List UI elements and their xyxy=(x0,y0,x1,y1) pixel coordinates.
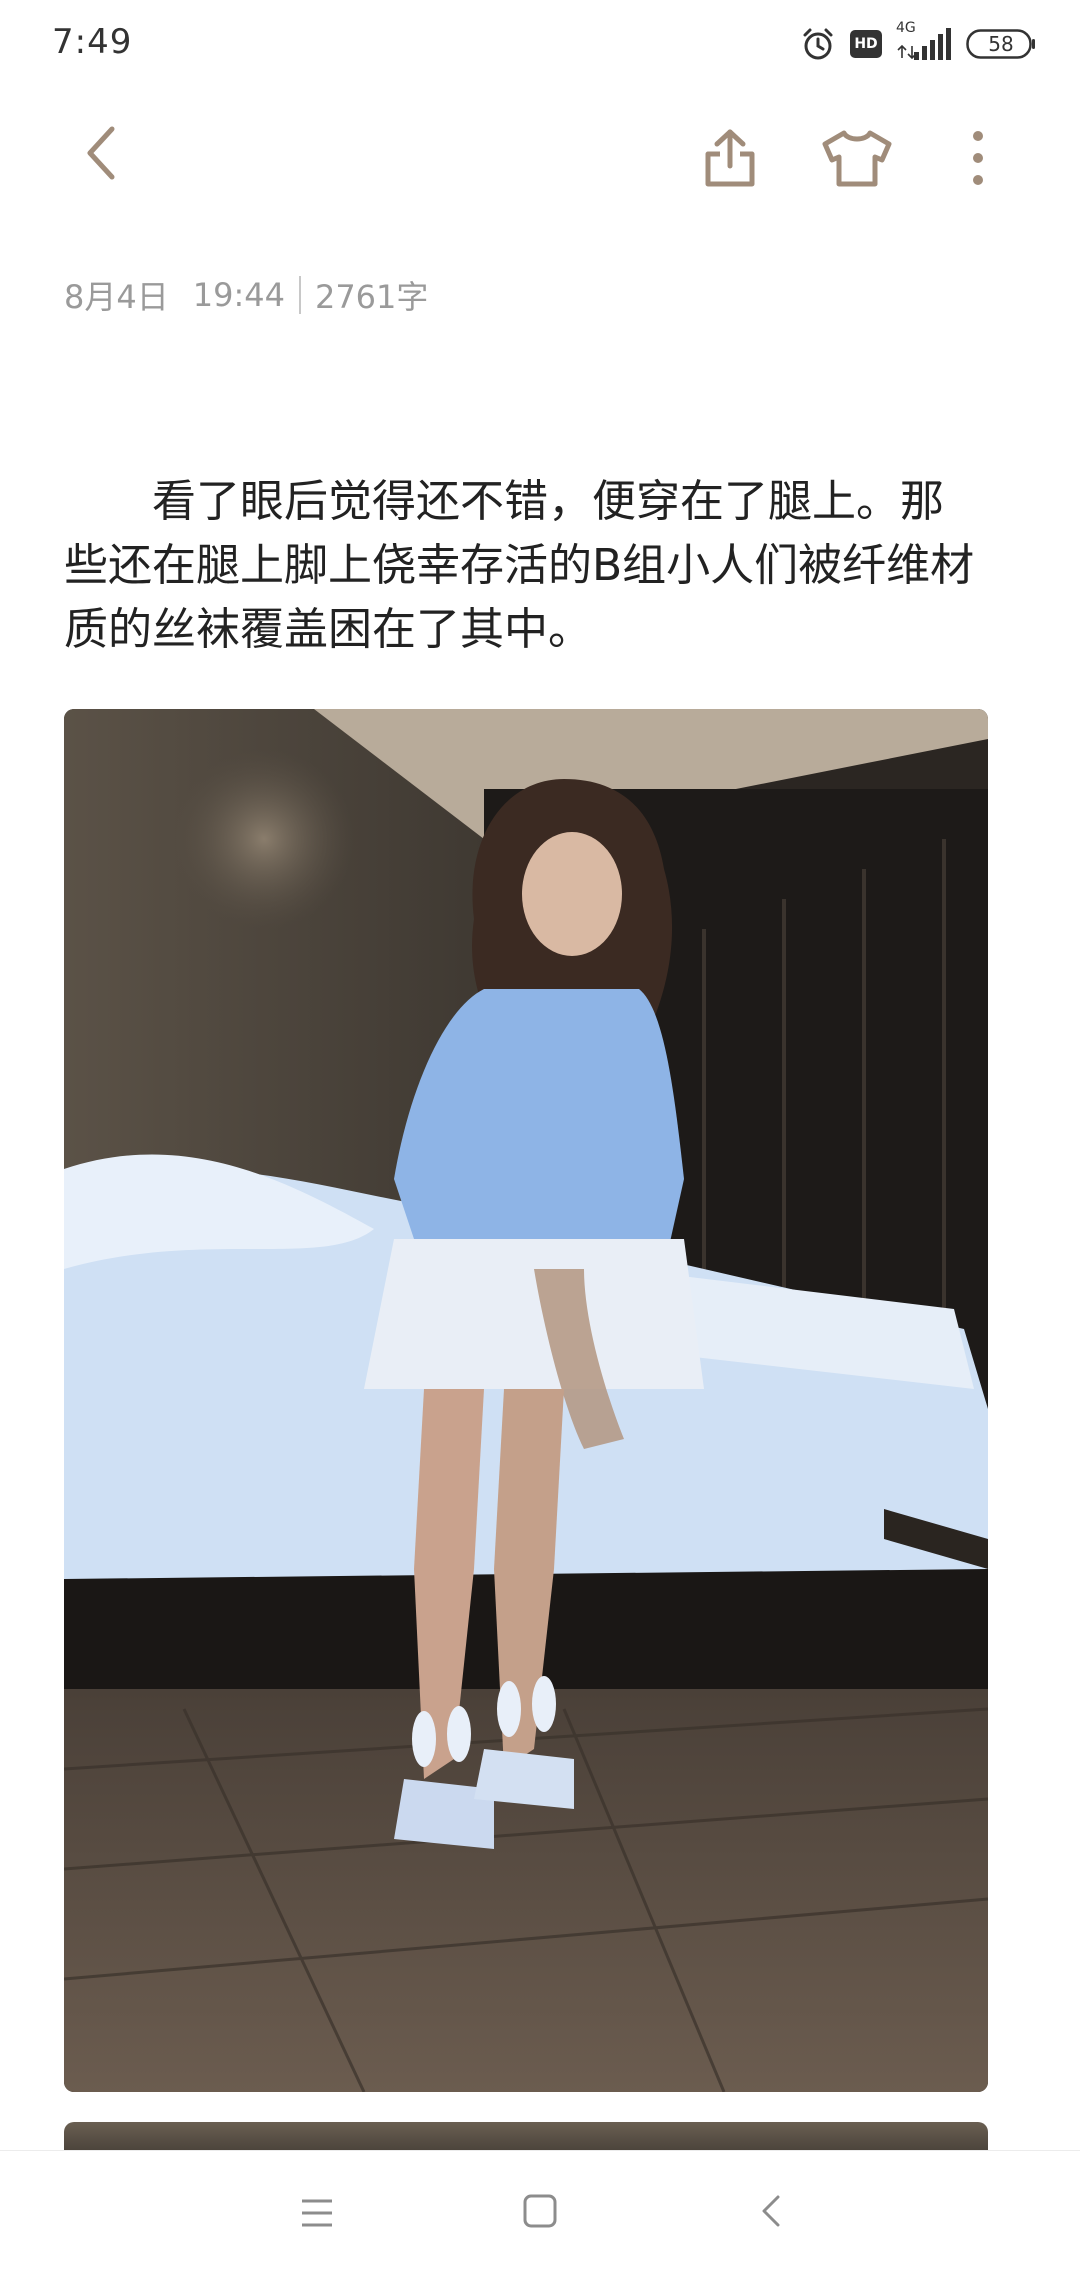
share-icon xyxy=(700,126,760,194)
meta-divider xyxy=(298,276,301,314)
status-time: 7:49 xyxy=(52,22,133,62)
more-vertical-icon xyxy=(971,129,985,191)
status-icons: HD 4G 58 xyxy=(800,20,1036,66)
battery-level: 58 xyxy=(988,32,1014,56)
menu-icon[interactable] xyxy=(296,2193,338,2233)
status-bar: 7:49 HD 4G 58 xyxy=(0,0,1080,92)
note-meta: 8月4日 19:44 2761字 xyxy=(64,272,428,318)
meta-word-count: 2761字 xyxy=(314,278,429,316)
square-home-icon[interactable] xyxy=(520,2191,560,2231)
battery-indicator: 58 xyxy=(966,29,1036,59)
article-paragraph[interactable]: 看了眼后觉得还不错，便穿在了腿上。那些还在腿上脚上侥幸存活的B组小人们被纤维材质… xyxy=(64,470,984,662)
hd-label: HD xyxy=(854,36,878,52)
alarm-icon xyxy=(800,26,836,62)
back-triangle-icon[interactable] xyxy=(752,2191,792,2231)
system-nav-bar xyxy=(0,2150,1080,2281)
theme-button[interactable] xyxy=(812,120,902,200)
chevron-left-icon xyxy=(82,123,118,187)
back-button[interactable] xyxy=(70,120,130,190)
network-label: 4G xyxy=(896,20,916,36)
more-button[interactable] xyxy=(958,120,998,200)
article-photo[interactable] xyxy=(64,709,988,2092)
tshirt-icon xyxy=(820,128,894,192)
share-button[interactable] xyxy=(690,120,770,200)
top-toolbar xyxy=(0,100,1080,210)
hd-badge: HD xyxy=(850,30,882,58)
meta-time: 19:44 xyxy=(192,276,285,314)
signal-icon: 4G xyxy=(896,20,952,64)
meta-date: 8月4日 xyxy=(64,278,169,316)
